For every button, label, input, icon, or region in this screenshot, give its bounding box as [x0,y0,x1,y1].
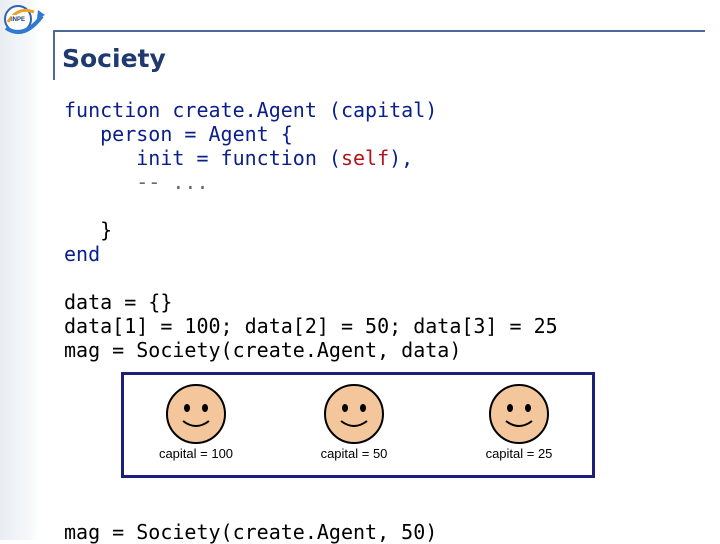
agent-2: capital = 50 [279,383,429,473]
society-diagram: capital = 100 capital = 50 capital = 25 [121,372,595,478]
agent-1: capital = 100 [121,383,271,473]
left-decorative-rail [0,0,40,540]
code-init-prefix: init = function ( [64,146,341,170]
agent-capital-label: capital = 50 [320,446,388,461]
agent-3: capital = 25 [444,383,594,473]
smiley-face-icon [489,384,549,444]
code-init-suffix: ), [389,146,414,170]
code-line-function: function create.Agent (capital) [64,98,438,122]
code-line-society-data: mag = Society(create.Agent, data) [64,338,462,362]
code-line-comment: -- ... [64,170,209,194]
code-line-end: end [64,242,101,266]
code-line-data-values: data[1] = 100; data[2] = 50; data[3] = 2… [64,314,558,338]
smiley-face-icon [324,384,384,444]
smiley-face-icon [166,384,226,444]
logo-icon: INPE [4,5,45,34]
code-line-person: person = Agent { [64,122,293,146]
code-line-data-init: data = {} [64,290,173,314]
page-title: Society [62,44,166,73]
svg-text:INPE: INPE [11,17,25,23]
code-line-society-number: mag = Society(create.Agent, 50) [64,520,438,544]
code-self-keyword: self [340,146,390,170]
code-line-init: init = function (self), [64,146,413,170]
agent-capital-label: capital = 25 [485,446,553,461]
agent-capital-label: capital = 100 [158,446,234,461]
code-line-close-brace: } [64,218,113,242]
